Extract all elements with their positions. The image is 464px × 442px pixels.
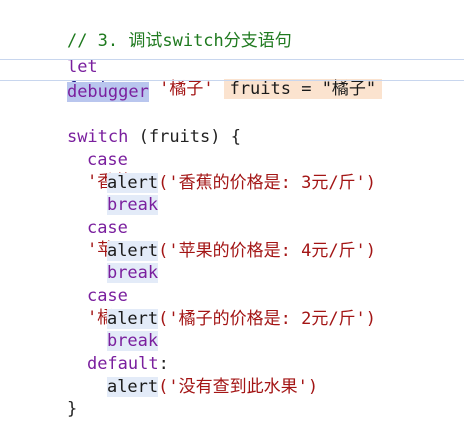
alert-call: alert (106, 377, 159, 397)
code-line-default: default: (46, 331, 169, 374)
code-line-break: break (66, 308, 159, 351)
code-line-break: break (66, 240, 159, 283)
code-editor[interactable]: // 3. 调试switch分支语句 let fruits = '橘子'frui… (0, 0, 464, 419)
code-line-break: break (66, 172, 159, 215)
code-line-alert: alert('没有查到此水果') (66, 354, 318, 397)
code-line-alert: alert('苹果的价格是: 4元/斤') (66, 218, 376, 261)
code-line-alert: alert('橘子的价格是: 2元/斤') (66, 286, 376, 329)
alert-message: ('橘子的价格是: 2元/斤') (158, 309, 377, 329)
inline-value-hint: fruits = "橘子" (223, 79, 383, 99)
string-literal: '橘子' (159, 79, 214, 99)
code-line-switch: switch (fruits) { (26, 104, 241, 147)
alert-message: ('香蕉的价格是: 3元/斤') (158, 173, 377, 193)
code-line-close: } (26, 376, 77, 419)
code-line-case: case '橘子': (46, 263, 152, 328)
code-line-debugger[interactable]: debugger (26, 59, 149, 102)
code-line-case: case '香蕉': (46, 127, 152, 192)
code-line-alert: alert('香蕉的价格是: 3元/斤') (66, 150, 376, 193)
alert-message: ('苹果的价格是: 4元/斤') (158, 241, 377, 261)
closing-brace: } (66, 399, 78, 419)
debugger-statement: debugger (66, 82, 149, 102)
code-line-case: case '苹果': (46, 195, 152, 260)
code-line-let: let fruits = '橘子'fruits = "橘子" (26, 34, 383, 99)
code-line-comment: // 3. 调试switch分支语句 (26, 8, 292, 51)
alert-message: ('没有查到此水果') (158, 377, 319, 397)
